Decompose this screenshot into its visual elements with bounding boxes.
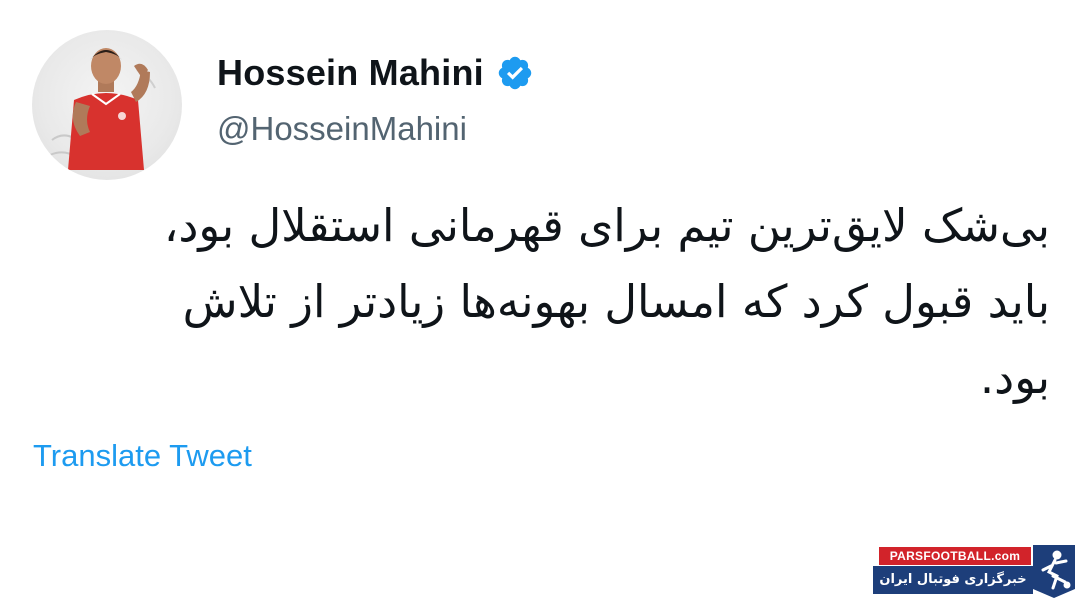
watermark-site-label: PARSFOOTBALL.com <box>879 547 1031 565</box>
tweet-text-line: باید قبول کرد که امسال بهونه‌ها زیادتر ا… <box>182 275 1050 328</box>
tweet-text-line: بود. <box>979 351 1050 404</box>
tweet-card: Hossein Mahini @HosseinMahini بی‌شک لایق… <box>0 0 1080 599</box>
avatar-photo-icon <box>49 48 156 170</box>
player-kicking-icon <box>1033 545 1075 598</box>
tweet-text: بی‌شک لایق‌ترین تیم برای قهرمانی استقلال… <box>30 188 1050 416</box>
tweet-text-line: بی‌شک لایق‌ترین تیم برای قهرمانی استقلال… <box>163 199 1050 252</box>
watermark-tagline: خبرگزاری فوتبال ایران <box>873 566 1033 594</box>
verified-badge-icon <box>496 54 534 92</box>
author-handle[interactable]: @HosseinMahini <box>217 110 467 148</box>
author-display-name[interactable]: Hossein Mahini <box>217 52 484 94</box>
author-name-row: Hossein Mahini <box>217 50 534 96</box>
parsfootball-watermark: PARSFOOTBALL.com خبرگزاری فوتبال ایران <box>873 543 1080 599</box>
translate-tweet-link[interactable]: Translate Tweet <box>33 438 252 474</box>
author-avatar[interactable] <box>32 30 182 180</box>
